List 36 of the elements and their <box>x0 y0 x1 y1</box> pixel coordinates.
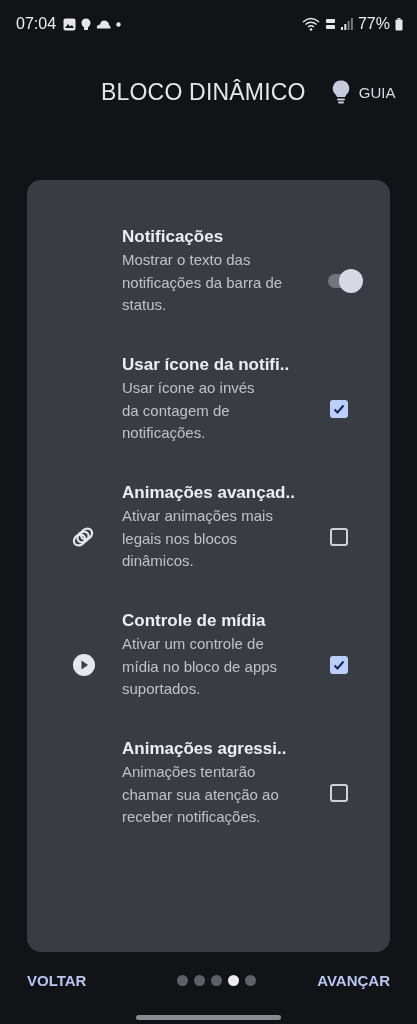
toggle-switch[interactable] <box>326 269 363 293</box>
setting-description: Usar ícone ao invés da contagem de notificações. <box>122 378 256 443</box>
back-button[interactable]: VOLTAR <box>27 968 87 993</box>
checkbox[interactable] <box>330 656 348 674</box>
setting-title: Notificações <box>122 226 225 248</box>
play-icon <box>73 654 95 676</box>
next-button[interactable]: AVANÇAR <box>317 968 390 993</box>
page-dot[interactable] <box>177 975 189 986</box>
page-dot[interactable] <box>211 975 223 986</box>
wifi-icon <box>301 17 320 31</box>
page-dot[interactable] <box>245 975 257 986</box>
rings-icon <box>71 525 95 549</box>
setting-description: Ativar um controle de mídia no bloco de apps suportados. <box>122 634 279 699</box>
setting-title: Usar ícone da notifi.. <box>122 354 291 376</box>
page-title: BLOCO DINÂMICO <box>101 78 306 106</box>
page-dot[interactable] <box>228 975 240 986</box>
setting-description: Mostrar o texto das notificações da barra de status. <box>122 250 284 315</box>
checkbox[interactable] <box>330 400 348 418</box>
image-icon <box>63 17 77 31</box>
battery-percent: 77% <box>357 15 390 33</box>
setting-description: Ativar animações mais legais nos blocos dinâmicos. <box>122 506 274 571</box>
battery-icon <box>395 17 403 31</box>
setting-title: Controle de mídia <box>122 610 267 632</box>
lightbulb-icon[interactable] <box>331 80 350 104</box>
clock-time: 07:04 <box>16 15 57 33</box>
page-dot[interactable] <box>194 975 206 986</box>
setting-description: Animações tentarão chamar sua atenção ao receber notificações. <box>122 762 280 827</box>
checkbox[interactable] <box>330 528 348 546</box>
cloud-icon <box>96 19 112 29</box>
dot-icon <box>116 21 122 27</box>
checkbox[interactable] <box>330 784 348 802</box>
setting-title: Animações agressi.. <box>122 738 288 760</box>
bulb-icon <box>81 17 92 31</box>
guide-link[interactable]: GUIA <box>358 83 396 101</box>
signal-icon <box>340 18 353 30</box>
setting-title: Animações avançad.. <box>122 482 296 504</box>
